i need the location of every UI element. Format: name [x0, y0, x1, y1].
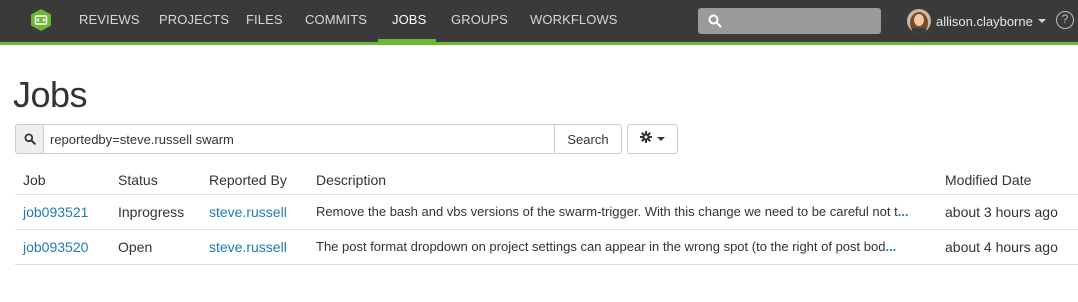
expand-description-link[interactable]: ...: [898, 204, 909, 219]
nav-workflows[interactable]: WORKFLOWS: [530, 0, 617, 42]
page-title: Jobs: [13, 74, 88, 115]
job-link[interactable]: job093520: [23, 239, 88, 255]
job-description: Remove the bash and vbs versions of the …: [316, 203, 898, 219]
header-modified-date[interactable]: Modified Date: [937, 166, 1078, 195]
header-status[interactable]: Status: [110, 166, 201, 195]
header-job[interactable]: Job: [15, 166, 110, 195]
avatar: [907, 9, 931, 33]
settings-dropdown-button[interactable]: [627, 124, 678, 154]
modified-date: about 4 hours ago: [937, 229, 1078, 265]
username: allison.clayborne: [936, 13, 1033, 29]
gear-icon: [640, 130, 652, 148]
reporter-link[interactable]: steve.russell: [209, 204, 287, 220]
table-row: job093520 Open steve.russell The post fo…: [15, 229, 1078, 265]
nav-projects[interactable]: PROJECTS: [159, 0, 229, 42]
expand-description-link[interactable]: ...: [885, 239, 896, 254]
modified-date: about 3 hours ago: [937, 194, 1078, 230]
nav-reviews[interactable]: REVIEWS: [79, 0, 140, 42]
header-reported-by[interactable]: Reported By: [201, 166, 308, 195]
help-icon[interactable]: ?: [1056, 11, 1074, 29]
nav-groups[interactable]: GROUPS: [451, 0, 508, 42]
active-tab-indicator: [378, 39, 436, 45]
job-status: Inprogress: [110, 194, 201, 230]
header-description[interactable]: Description: [308, 166, 937, 195]
caret-down-icon: [1037, 19, 1046, 23]
user-menu[interactable]: allison.clayborne: [907, 9, 1046, 33]
job-link[interactable]: job093521: [23, 204, 88, 220]
nav-files[interactable]: FILES: [246, 0, 283, 42]
job-search-input[interactable]: [43, 124, 555, 154]
job-search-group: Search: [15, 124, 622, 154]
reporter-link[interactable]: steve.russell: [209, 239, 287, 255]
job-status: Open: [110, 229, 201, 265]
search-button[interactable]: Search: [555, 124, 622, 154]
caret-down-icon: [657, 137, 665, 141]
table-header-row: Job Status Reported By Description Modif…: [15, 166, 1078, 195]
nav-jobs[interactable]: JOBS: [392, 0, 426, 42]
nav-commits[interactable]: COMMITS: [305, 0, 367, 42]
job-description: The post format dropdown on project sett…: [316, 238, 886, 254]
search-icon: [15, 124, 43, 154]
search-icon: [708, 14, 722, 28]
jobs-table: Job Status Reported By Description Modif…: [15, 166, 1078, 265]
top-navbar: REVIEWS PROJECTS FILES COMMITS JOBS GROU…: [0, 0, 1078, 45]
table-row: job093521 Inprogress steve.russell Remov…: [15, 194, 1078, 230]
global-search-input[interactable]: [698, 8, 881, 34]
swarm-logo-icon[interactable]: [29, 8, 53, 32]
